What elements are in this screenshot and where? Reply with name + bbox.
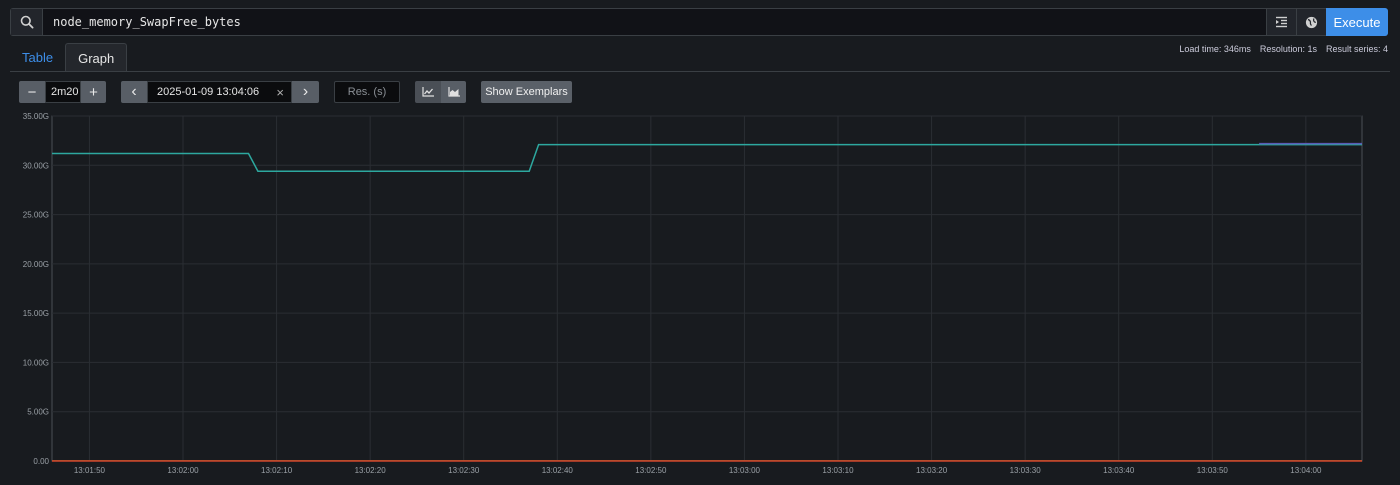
end-time-value: 2025-01-09 13:04:06: [157, 86, 260, 98]
load-time: Load time: 346ms: [1179, 44, 1251, 54]
x-tick-label: 13:03:50: [1197, 466, 1229, 475]
x-tick-label: 13:01:50: [74, 466, 106, 475]
query-bar: node_memory_SwapFree_bytes Execute: [10, 8, 1388, 36]
format-indent-icon: [1276, 16, 1287, 28]
y-tick-label: 25.00G: [23, 211, 49, 220]
x-tick-label: 13:03:20: [916, 466, 948, 475]
x-tick-label: 13:03:40: [1103, 466, 1135, 475]
x-tick-label: 13:02:10: [261, 466, 293, 475]
x-tick-label: 13:03:30: [1010, 466, 1042, 475]
area-chart-icon: [447, 87, 460, 97]
y-tick-label: 5.00G: [27, 408, 49, 417]
resolution-input[interactable]: Res. (s): [334, 81, 400, 103]
search-icon: [11, 9, 43, 35]
line-chart-button[interactable]: [415, 81, 441, 103]
y-tick-label: 10.00G: [23, 358, 49, 367]
x-tick-label: 13:02:40: [542, 466, 574, 475]
x-axis: 13:01:50 13:02:00 13:02:10 13:02:20 13:02:30…: [74, 466, 1322, 475]
x-tick-label: 13:03:10: [822, 466, 854, 475]
y-tick-label: 15.00G: [23, 309, 49, 318]
result-series: Result series: 4: [1325, 44, 1388, 54]
metrics-explorer-button[interactable]: [1296, 9, 1326, 35]
plot-area: [51, 115, 1363, 462]
tab-graph[interactable]: Graph: [65, 43, 128, 72]
clear-end-time-button[interactable]: ×: [276, 85, 284, 100]
graph-chart: 0.00 5.00G 10.00G 15.00G 20.00G 25.00G 30.00G 3…: [23, 112, 1363, 475]
end-time-input[interactable]: 2025-01-09 13:04:06 ×: [147, 81, 292, 103]
y-tick-label: 0.00: [33, 457, 49, 466]
y-tick-label: 20.00G: [23, 260, 49, 269]
stacked-area-button[interactable]: [441, 81, 466, 103]
query-stats: Load time: 346ms Resolution: 1s Result s…: [1179, 44, 1388, 54]
x-tick-label: 13:02:50: [635, 466, 667, 475]
query-input[interactable]: node_memory_SwapFree_bytes: [43, 9, 1266, 35]
y-tick-label: 30.00G: [23, 161, 49, 170]
x-tick-label: 13:02:30: [448, 466, 480, 475]
format-query-button[interactable]: [1266, 9, 1296, 35]
globe-icon: [1305, 16, 1318, 28]
y-axis: 0.00 5.00G 10.00G 15.00G 20.00G 25.00G 30.00G 3…: [23, 112, 50, 466]
execute-button[interactable]: Execute: [1326, 8, 1388, 36]
line-chart-icon: [422, 87, 434, 97]
tab-table[interactable]: Table: [10, 43, 65, 72]
range-decrease-button[interactable]: −: [19, 81, 45, 103]
tab-divider: [10, 71, 1390, 72]
range-increase-button[interactable]: +: [81, 81, 106, 103]
y-tick-label: 35.00G: [23, 112, 49, 121]
x-tick-label: 13:03:00: [729, 466, 761, 475]
end-time-prev-button[interactable]: ‹: [121, 81, 147, 103]
resolution: Resolution: 1s: [1259, 44, 1317, 54]
range-input[interactable]: 2m20: [45, 81, 81, 103]
x-tick-label: 13:02:20: [355, 466, 387, 475]
x-tick-label: 13:02:00: [167, 466, 199, 475]
view-tabs: Table Graph: [10, 43, 128, 72]
end-time-next-button[interactable]: ›: [292, 81, 319, 103]
show-exemplars-button[interactable]: Show Exemplars: [481, 81, 572, 103]
x-tick-label: 13:04:00: [1290, 466, 1322, 475]
